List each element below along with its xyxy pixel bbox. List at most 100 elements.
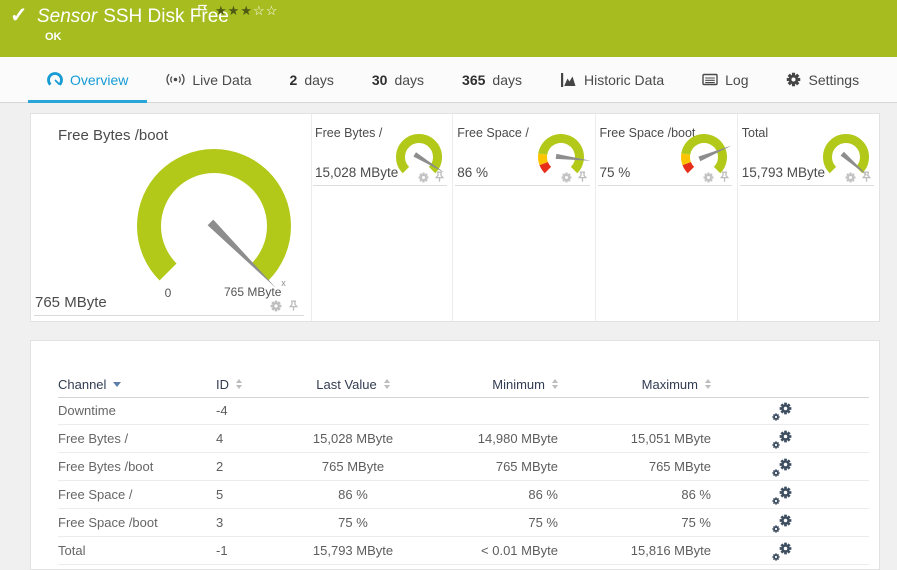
gauge-block-free-bytes-root: Free Bytes / 15,028 MByte [311,114,454,321]
channel-table-body: Downtime -4 Free Bytes / 4 15,028 MByte … [58,397,869,565]
small-gauge-row: Free Bytes / 15,028 MByte Free Space / 8… [311,114,879,321]
channel-minimum: 75 % [528,515,558,530]
channel-minimum: 14,980 MByte [477,431,558,446]
live-icon [166,73,185,86]
sort-icon [705,379,711,389]
channel-name-link[interactable]: Free Space /boot [58,515,158,530]
sort-icon [552,379,558,389]
divider [455,185,590,186]
channel-minimum: 86 % [528,487,558,502]
channel-maximum: 15,051 MByte [630,431,711,446]
tab-365-days[interactable]: 365 days [443,57,541,102]
gauge-settings-icon[interactable] [270,300,282,312]
channel-last-value: 765 MByte [321,459,385,474]
gauge-scale-min: 0 [164,286,172,300]
tab-bar: Overview Live Data 2 days 30 days 365 days … [0,57,897,103]
area-chart-icon [560,72,576,87]
sort-icon [236,379,242,389]
channel-last-value: 15,028 MByte [312,431,394,446]
channel-name-link[interactable]: Free Bytes / [58,431,128,446]
gear-icon [786,72,801,87]
divider [313,185,448,186]
tab-live-data[interactable]: Live Data [147,57,270,102]
channel-id: 2 [216,459,224,474]
column-header-maximum[interactable]: Maximum [642,377,711,392]
column-header-channel[interactable]: Channel [58,377,122,392]
priority-stars[interactable]: ★★★☆☆ [215,4,278,17]
channel-table-row: Free Bytes / 4 15,028 MByte 14,980 MByte… [58,425,869,453]
gauge-pin-icon[interactable] [861,171,872,183]
gauge-title: Free Space / [457,126,529,140]
divider [34,315,304,316]
channel-table-header: Channel ID Last Value Minimum Maximum [58,371,869,398]
sort-desc-icon [113,381,122,387]
channel-name-link[interactable]: Free Space / [58,487,132,502]
primary-gauge: x [104,131,324,311]
gauge-block-free-space-boot: Free Space /boot 75 % [596,114,738,321]
gauge-settings-icon[interactable] [561,172,572,183]
channel-name-link[interactable]: Free Bytes /boot [58,459,153,474]
channel-settings-icon[interactable] [772,430,806,449]
gauge-settings-icon[interactable] [845,172,856,183]
primary-gauge-block: Free Bytes /boot x 0 765 MByte 765 MByte [31,114,312,321]
gauge-value: 15,793 MByte [741,165,826,180]
tab-30-days[interactable]: 30 days [353,57,443,102]
channel-settings-icon[interactable] [772,486,806,505]
divider [597,185,732,186]
gauge-pin-icon[interactable] [288,300,299,312]
channel-last-value: 15,793 MByte [312,543,394,558]
divider [739,185,874,186]
tab-historic-data[interactable]: Historic Data [541,57,683,102]
channel-maximum: 86 % [681,487,711,502]
tab-2-days[interactable]: 2 days [271,57,353,102]
gauge-title: Free Bytes / [315,126,383,140]
channel-table-row: Free Space / 5 86 % 86 % 86 % [58,481,869,509]
channel-settings-icon[interactable] [772,514,806,533]
column-header-last-value[interactable]: Last Value [316,377,390,392]
column-header-minimum[interactable]: Minimum [492,377,558,392]
tab-log[interactable]: Log [683,57,767,102]
gauge-scale-max: 765 MByte [224,285,282,299]
channel-table-row: Free Space /boot 3 75 % 75 % 75 % [58,509,869,537]
gauge-icon [47,71,63,86]
channel-settings-icon[interactable] [772,458,806,477]
gauge-value: 86 % [457,165,489,180]
overview-panel: Free Bytes /boot x 0 765 MByte 765 MByte… [30,113,880,322]
gauge-pin-icon[interactable] [434,171,445,183]
channel-maximum: 75 % [681,515,711,530]
channel-id: -4 [216,403,228,418]
primary-gauge-value: 765 MByte [35,294,107,311]
svg-text:x: x [281,278,286,288]
sensor-name: SSH Disk Free [103,6,229,27]
channel-name-link[interactable]: Downtime [58,403,116,418]
column-header-id[interactable]: ID [216,377,242,392]
channel-id: -1 [216,543,228,558]
gauge-settings-icon[interactable] [418,172,429,183]
priority-flag-icon[interactable] [197,4,208,22]
gauge-pin-icon[interactable] [719,171,730,183]
channel-settings-icon[interactable] [772,402,806,421]
channel-name-link[interactable]: Total [58,543,85,558]
tab-settings[interactable]: Settings [767,57,878,102]
channel-table-row: Total -1 15,793 MByte < 0.01 MByte 15,81… [58,537,869,565]
channel-last-value: 75 % [338,515,368,530]
log-icon [702,73,718,86]
channel-id: 4 [216,431,224,446]
sensor-header: ✓ Sensor SSH Disk Free ★★★☆☆ OK [0,0,897,57]
channel-maximum: 765 MByte [648,459,711,474]
gauge-block-total: Total 15,793 MByte [738,114,879,321]
tab-overview[interactable]: Overview [28,57,148,103]
channel-table-panel: Channel ID Last Value Minimum Maximum Do… [30,340,880,570]
channel-last-value: 86 % [338,487,368,502]
channel-settings-icon[interactable] [772,542,806,561]
channel-minimum: 765 MByte [495,459,558,474]
channel-table-row: Free Bytes /boot 2 765 MByte 765 MByte 7… [58,453,869,481]
sensor-status-badge: OK [45,31,62,43]
gauge-settings-icon[interactable] [703,172,714,183]
gauge-title: Total [741,126,769,140]
status-ok-check-icon: ✓ [10,4,28,27]
channel-id: 5 [216,487,224,502]
gauge-pin-icon[interactable] [577,171,588,183]
gauge-block-free-space-root: Free Space / 86 % [453,114,596,321]
sort-icon [383,379,390,389]
